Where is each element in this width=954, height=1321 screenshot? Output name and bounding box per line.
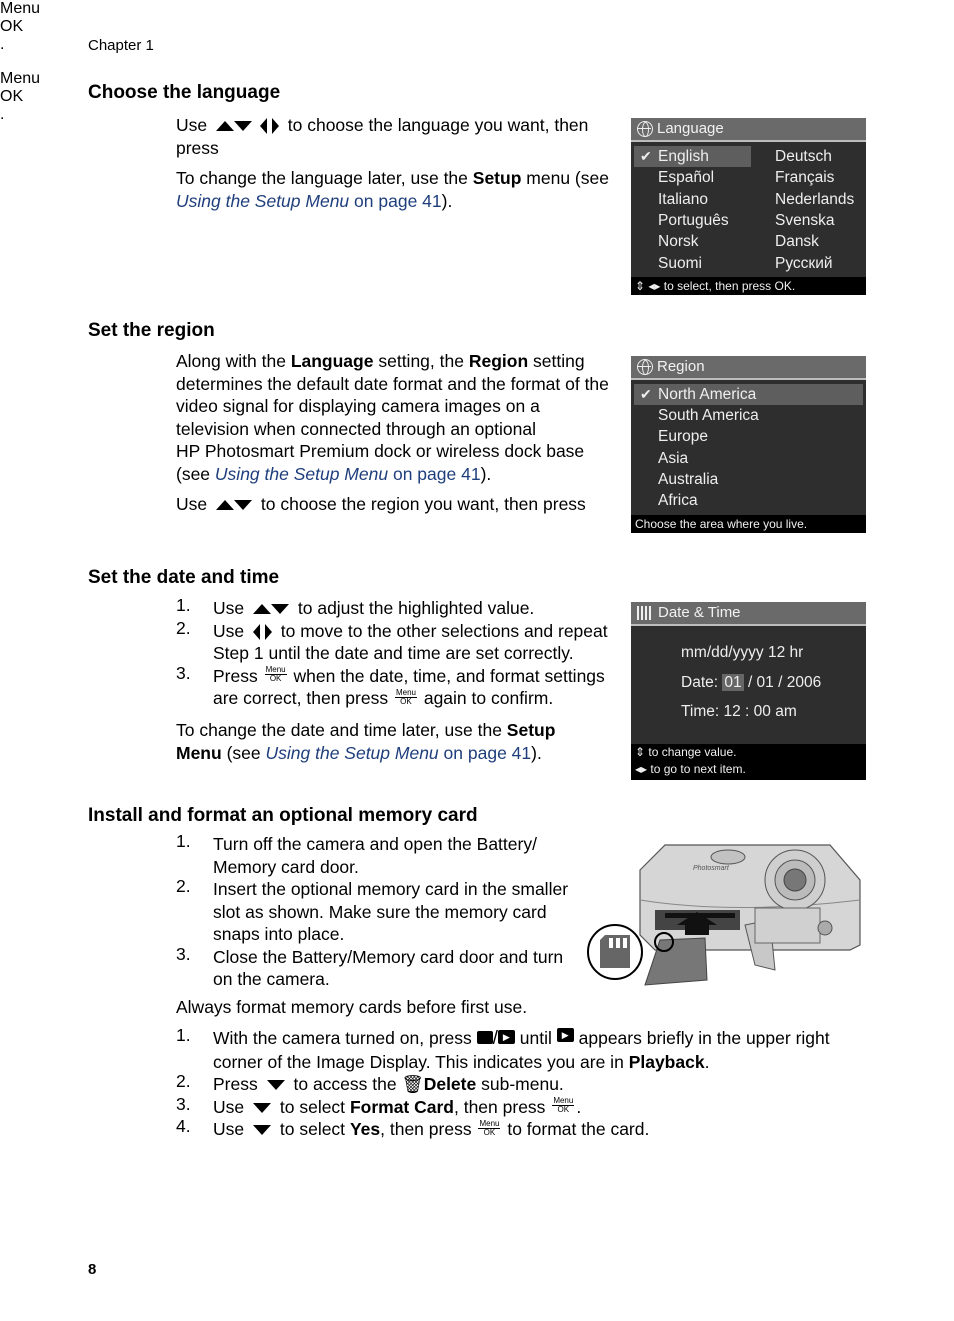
list-item: 3. Press Menu OK when the date, time, and… xyxy=(176,662,605,709)
language-option[interactable]: Deutsch xyxy=(751,146,868,167)
region-option[interactable]: South America xyxy=(634,405,863,426)
heading-set-region: Set the region xyxy=(88,320,215,341)
list-item: 1. Turn off the camera and open the Batte… xyxy=(176,831,537,877)
globe-icon xyxy=(637,359,653,375)
camera-icon xyxy=(476,1030,493,1044)
language-instruction: Use to choose the language you want, the… xyxy=(176,114,626,159)
region-option[interactable]: Asia xyxy=(634,448,863,469)
time-field: Time: 12 : 00 am xyxy=(681,703,797,720)
menu-ok-button-icon: Menu OK xyxy=(264,665,287,684)
menu-ok-button-icon: Menu OK xyxy=(478,1118,501,1137)
down-arrow-icon xyxy=(253,1096,271,1119)
up-down-arrows-icon: ⇕ xyxy=(635,745,649,759)
language-option[interactable]: Norsk xyxy=(634,231,751,252)
chapter-label: Chapter 1 xyxy=(88,37,154,54)
date-month-value[interactable]: 01 xyxy=(722,674,744,691)
setup-menu-link[interactable]: Using the Setup Menu on page 41 xyxy=(266,743,532,763)
trash-icon: 🗑 xyxy=(401,1074,424,1094)
language-change-note: To change the language later, use the Se… xyxy=(176,168,609,211)
language-screen-footer: ⇕ ◂▸ to select, then press OK. xyxy=(631,277,866,295)
down-arrow-icon xyxy=(266,1073,285,1096)
datetime-body: mm/dd/yyyy 12 hr Date: 01 / 01 / 2006 Ti… xyxy=(631,626,866,744)
calendar-clock-icon xyxy=(637,606,653,620)
list-item: 2. Press to access the 🗑Delete sub-menu. xyxy=(176,1071,564,1096)
region-option[interactable]: Europe xyxy=(634,426,863,447)
time-value[interactable]: 12 : 00 am xyxy=(724,703,797,720)
menu-ok-button-icon: Menu OK xyxy=(552,1096,575,1115)
language-option[interactable]: Italiano xyxy=(634,189,751,210)
language-option[interactable]: Dansk xyxy=(751,231,868,252)
up-down-arrows-icon xyxy=(216,114,252,137)
region-option[interactable]: ✔ North America xyxy=(634,384,863,406)
datetime-screen-footer: ⇕ to change value. ◂▸ to go to next item… xyxy=(631,744,866,780)
left-right-arrows-icon xyxy=(260,114,279,137)
list-item: 2. Insert the optional memory card in the… xyxy=(176,876,569,944)
list-item: 1. With the camera turned on, press / ▶ u… xyxy=(176,1025,830,1072)
region-list: ✔ North America South America Europe Asia… xyxy=(631,380,866,513)
page-number: 8 xyxy=(88,1261,97,1278)
playback-icon: ▶ xyxy=(497,1030,515,1045)
nav-arrows-icon: ⇕ ◂▸ xyxy=(635,279,664,293)
menu-ok-button-icon: Menu OK xyxy=(394,687,417,706)
list-item: 3. Use to select Format Card, then press… xyxy=(176,1093,582,1119)
language-option[interactable]: Français xyxy=(751,167,868,188)
camera-memory-card-illustration: Photosmart xyxy=(587,844,861,986)
format-note: Always format memory cards before first … xyxy=(176,997,528,1017)
region-instruction: Use to choose the region you want, then … xyxy=(176,493,586,516)
language-screen: Language ✔ English Deutsch Español França… xyxy=(631,118,866,295)
region-description: Along with the Language setting, the Reg… xyxy=(176,351,609,484)
list-item: 1. Use to adjust the highlighted value. xyxy=(176,595,535,620)
text: Use xyxy=(176,115,208,135)
up-down-arrows-icon xyxy=(216,493,252,516)
text: press xyxy=(176,137,219,158)
text: to choose the language you want, then xyxy=(287,115,589,135)
language-option[interactable]: Português xyxy=(634,210,751,231)
language-option[interactable]: Русский xyxy=(751,253,868,274)
setup-menu-link[interactable]: Using the Setup Menu on page 41 xyxy=(176,191,442,211)
date-day-year[interactable]: / 01 / 2006 xyxy=(748,674,821,691)
datetime-change-note: To change the date and time later, use t… xyxy=(176,720,556,763)
language-list: ✔ English Deutsch Español Français Italia… xyxy=(631,142,866,276)
heading-set-date-time: Set the date and time xyxy=(88,567,280,588)
heading-choose-language: Choose the language xyxy=(88,82,281,103)
language-option[interactable]: Nederlands xyxy=(751,189,868,210)
up-down-arrows-icon xyxy=(253,597,289,620)
language-screen-title: Language xyxy=(631,118,866,142)
datetime-screen: Date & Time mm/dd/yyyy 12 hr Date: 01 / … xyxy=(631,602,866,780)
setup-menu-link[interactable]: Using the Setup Menu on page 41 xyxy=(215,464,481,484)
language-option[interactable]: ✔ English xyxy=(634,146,751,168)
globe-icon xyxy=(637,121,653,137)
datetime-screen-title: Date & Time xyxy=(631,602,866,626)
playback-icon: ▶ xyxy=(556,1028,574,1043)
checkmark-icon: ✔ xyxy=(640,386,652,402)
list-item: 3. Close the Battery/Memory card door and… xyxy=(176,943,564,990)
date-format[interactable]: mm/dd/yyyy 12 hr xyxy=(681,644,803,662)
language-option[interactable]: Svenska xyxy=(751,210,868,231)
install-steps: 1. Turn off the camera and open the Batte… xyxy=(176,831,586,991)
region-screen: Region ✔ North America South America Euro… xyxy=(631,356,866,533)
list-item: 4. Use to select Yes, then press Menu OK … xyxy=(176,1116,650,1141)
list-item: 2. Use to move to the other selections a… xyxy=(176,617,608,664)
date-field: Date: 01 / 01 / 2006 xyxy=(681,674,822,691)
region-option[interactable]: Africa xyxy=(634,490,863,511)
region-screen-footer: Choose the area where you live. xyxy=(631,515,866,533)
format-steps: 1. With the camera turned on, press / ▶ u… xyxy=(176,1025,896,1141)
datetime-steps: 1. Use to adjust the highlighted value. … xyxy=(176,595,626,710)
language-option[interactable]: Español xyxy=(634,167,751,188)
left-right-arrows-icon: ◂▸ xyxy=(635,762,651,776)
region-screen-title: Region xyxy=(631,356,866,380)
checkmark-icon: ✔ xyxy=(640,148,652,164)
left-right-arrows-icon xyxy=(253,620,272,643)
region-option[interactable]: Australia xyxy=(634,469,863,490)
heading-memory-card: Install and format an optional memory ca… xyxy=(88,805,478,826)
down-arrow-icon xyxy=(253,1118,271,1141)
language-option[interactable]: Suomi xyxy=(634,253,751,274)
brand-label: Photosmart xyxy=(693,865,730,872)
